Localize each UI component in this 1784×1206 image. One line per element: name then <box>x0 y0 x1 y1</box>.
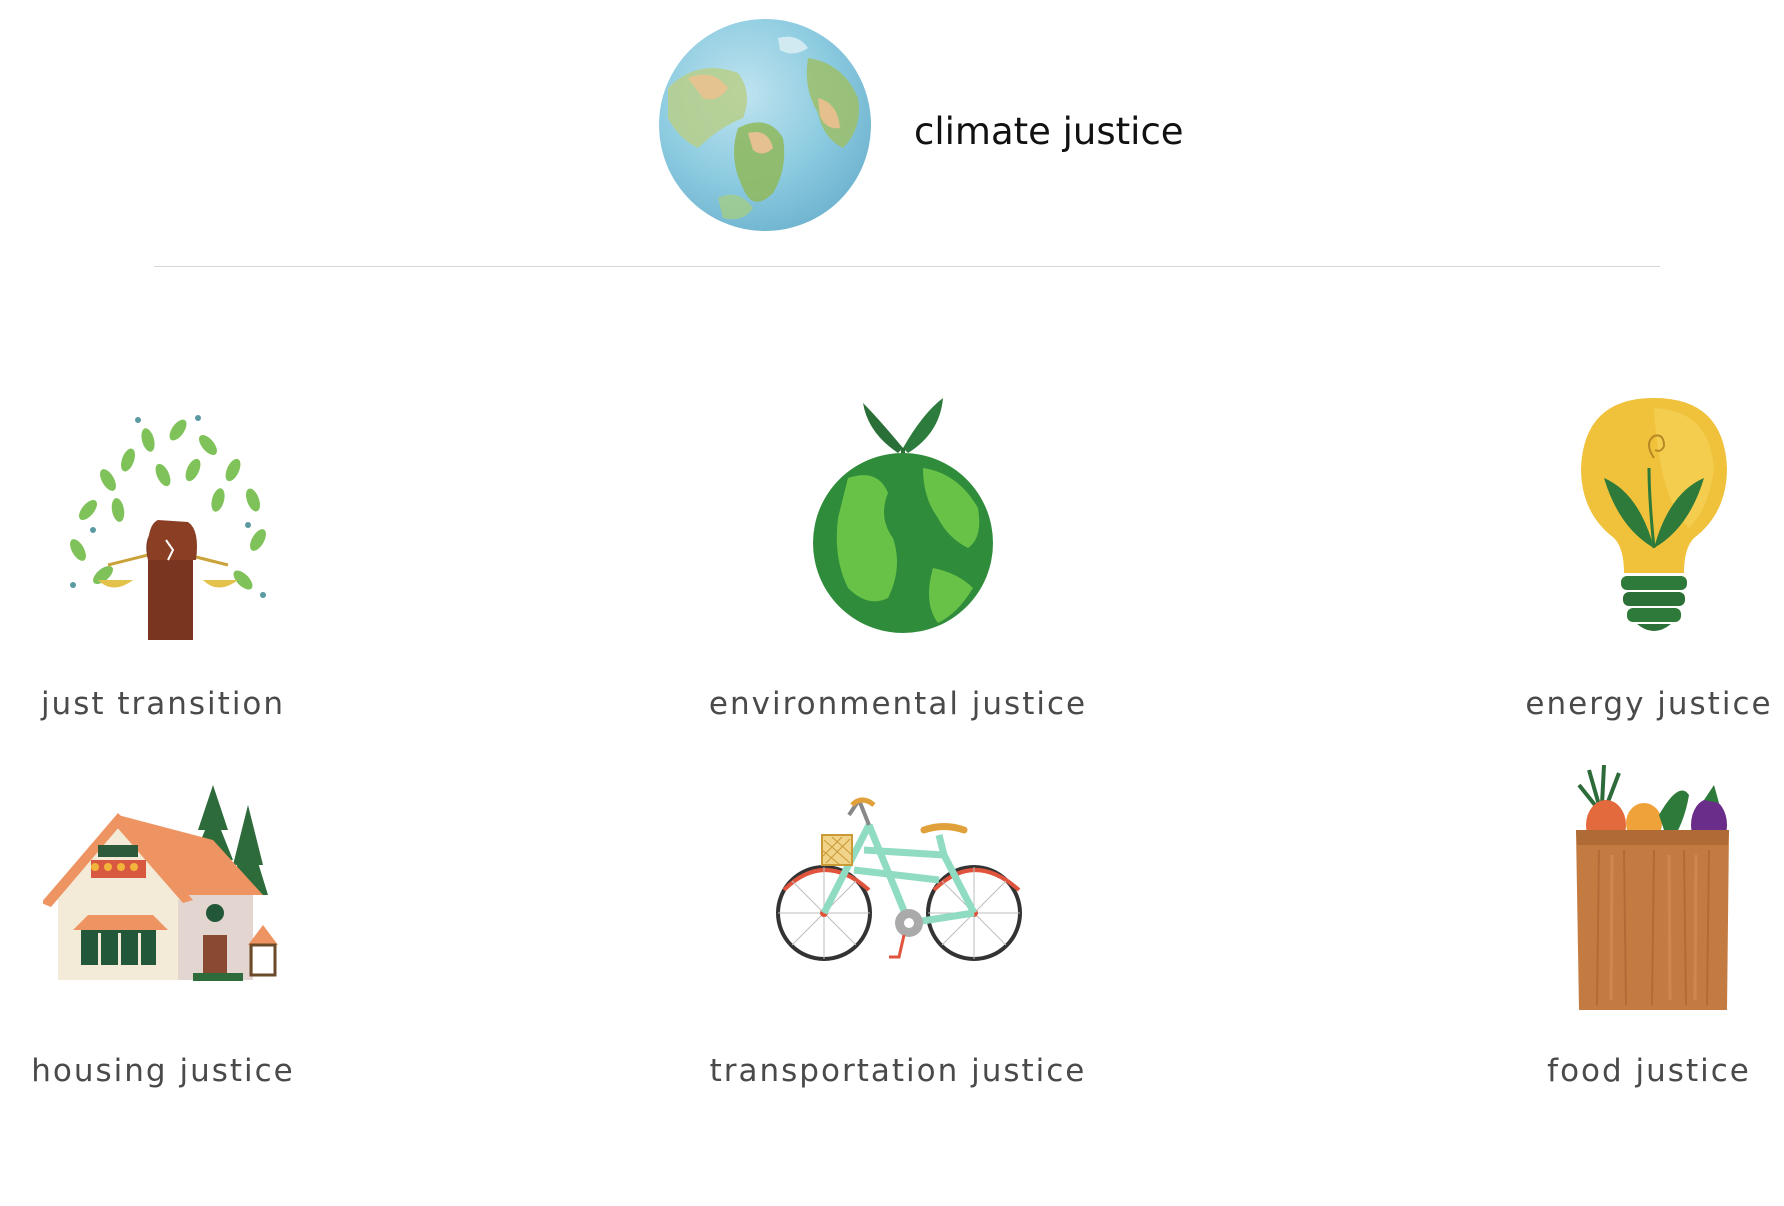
grocery-bag-icon <box>1564 765 1739 1015</box>
topic-label: environmental justice <box>708 686 1088 722</box>
topic-label: transportation justice <box>709 1053 1087 1089</box>
green-earth-sprout-icon <box>808 398 998 638</box>
topic-transportation-justice[interactable]: transportation justice <box>698 795 1098 1095</box>
topic-food-justice[interactable]: food justice <box>1449 765 1784 1095</box>
topic-label: food justice <box>1547 1053 1751 1089</box>
page-title: climate justice <box>914 110 1184 153</box>
topic-housing-justice[interactable]: housing justice <box>0 785 363 1095</box>
topic-label: just transition <box>40 686 286 722</box>
topic-label: energy justice <box>1525 686 1773 722</box>
divider <box>154 266 1660 267</box>
bicycle-icon <box>774 795 1034 970</box>
topic-label: housing justice <box>31 1053 295 1089</box>
raised-fist-tree-icon <box>48 400 288 640</box>
topic-environmental-justice[interactable]: environmental justice <box>698 398 1098 730</box>
lightbulb-leaves-icon <box>1579 398 1729 638</box>
topic-just-transition[interactable]: just transition <box>0 400 363 730</box>
house-icon <box>43 785 288 985</box>
watercolor-globe-icon <box>658 18 872 232</box>
topic-energy-justice[interactable]: energy justice <box>1449 398 1784 730</box>
